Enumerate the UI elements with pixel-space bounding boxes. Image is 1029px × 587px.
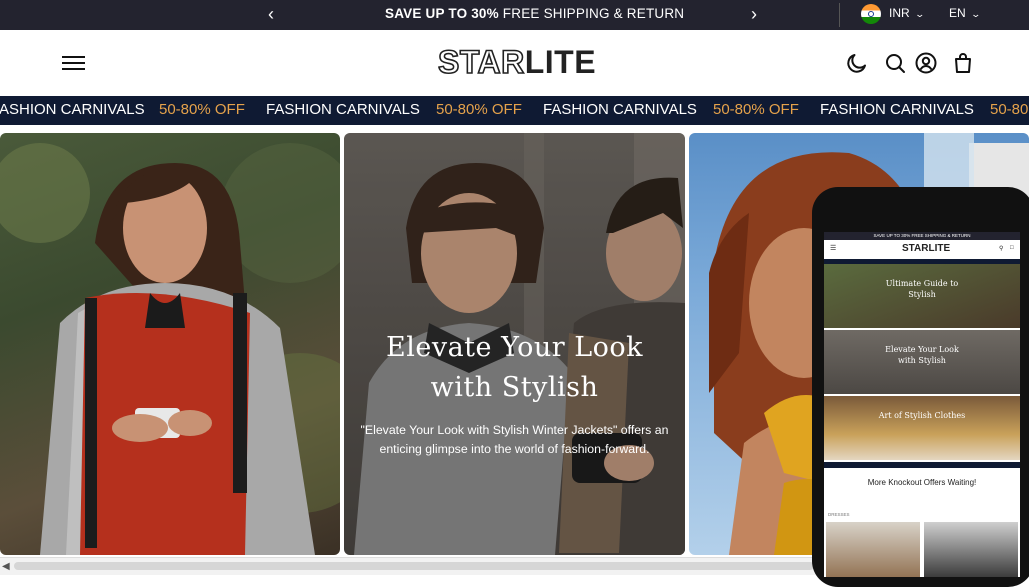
announcement-text: SAVE UP TO 30% FREE SHIPPING & RETURN bbox=[385, 6, 684, 21]
search-icon[interactable] bbox=[883, 51, 907, 75]
mobile-tab-label: DRESSES bbox=[828, 512, 850, 517]
mobile-preview: SAVE UP TO 30% FREE SHIPPING & RETURN ☰ … bbox=[812, 187, 1029, 587]
bag-icon[interactable] bbox=[951, 51, 975, 75]
product-thumbnail[interactable] bbox=[924, 522, 1018, 577]
chevron-right-icon[interactable]: › bbox=[751, 4, 757, 25]
mobile-card-title: Stylish bbox=[908, 290, 936, 299]
chevron-left-icon[interactable]: ‹ bbox=[268, 4, 274, 25]
mobile-card-title: with Stylish bbox=[898, 356, 946, 365]
hero-subtitle: "Elevate Your Look with Stylish Winter J… bbox=[356, 421, 673, 459]
mobile-offer-title: More Knockout Offers Waiting! bbox=[867, 478, 977, 487]
menu-icon[interactable]: ☰ bbox=[830, 244, 836, 252]
hero-title: Elevate Your Look with Stylish bbox=[344, 328, 685, 408]
mobile-card[interactable]: Art of Stylish Clothes bbox=[824, 396, 1020, 460]
logo[interactable]: STARLITE bbox=[437, 43, 597, 81]
mobile-screen: SAVE UP TO 30% FREE SHIPPING & RETURN ☰ … bbox=[824, 232, 1020, 577]
scrollbar-thumb[interactable] bbox=[14, 562, 814, 570]
logo-part-outline: STAR bbox=[437, 43, 525, 81]
mobile-marquee bbox=[824, 462, 1020, 468]
mobile-announcement: SAVE UP TO 30% FREE SHIPPING & RETURN bbox=[824, 232, 1020, 240]
site-header: STARLITE bbox=[0, 30, 1029, 96]
mobile-card[interactable]: Ultimate Guide to Stylish bbox=[824, 264, 1020, 328]
hero-slide-1[interactable] bbox=[0, 133, 340, 555]
mobile-header: ☰ STARLITE ⚲ □ bbox=[824, 240, 1020, 259]
mobile-card[interactable]: Elevate Your Look with Stylish bbox=[824, 330, 1020, 394]
mobile-logo: STARLITE bbox=[902, 243, 951, 254]
user-icon[interactable] bbox=[914, 51, 938, 75]
announcement-bold: SAVE UP TO 30% bbox=[385, 6, 499, 21]
marquee-item: 50-80% OFF bbox=[713, 101, 799, 118]
language-selector[interactable]: EN ⌄ bbox=[949, 6, 981, 20]
model-image bbox=[0, 143, 340, 555]
hero-subtitle-line: enticing glimpse into the world of fashi… bbox=[379, 442, 650, 456]
hero-title-line: with Stylish bbox=[430, 372, 599, 403]
search-icon[interactable]: ⚲ bbox=[999, 245, 1003, 252]
india-flag-icon bbox=[861, 4, 881, 24]
mobile-card-title: Art of Stylish Clothes bbox=[878, 411, 966, 420]
language-label: EN bbox=[949, 6, 966, 20]
bag-icon[interactable]: □ bbox=[1010, 245, 1014, 251]
mobile-tab-dresses[interactable]: DRESSES bbox=[828, 512, 850, 517]
announcement-rest: FREE SHIPPING & RETURN bbox=[498, 6, 685, 21]
product-thumbnail[interactable] bbox=[826, 522, 920, 577]
marquee-item: ASHION CARNIVALS bbox=[0, 101, 145, 118]
chevron-down-icon: ⌄ bbox=[914, 9, 925, 19]
hero-slide-2[interactable]: Elevate Your Look with Stylish "Elevate … bbox=[344, 133, 685, 555]
menu-icon[interactable] bbox=[62, 54, 86, 72]
marquee-item: FASHION CARNIVALS bbox=[820, 101, 974, 118]
marquee-item: 50-80% OFF bbox=[436, 101, 522, 118]
currency-selector[interactable]: INR ⌄ bbox=[889, 6, 925, 20]
moon-icon[interactable] bbox=[845, 51, 869, 75]
promo-marquee: ASHION CARNIVALS 50-80% OFF FASHION CARN… bbox=[0, 96, 1029, 125]
chevron-down-icon: ⌄ bbox=[970, 9, 981, 19]
marquee-item: 50-80 bbox=[990, 101, 1029, 118]
hero-subtitle-line: "Elevate Your Look with Stylish Winter J… bbox=[360, 423, 669, 437]
logo-part-solid: LITE bbox=[524, 44, 597, 80]
currency-label: INR bbox=[889, 6, 910, 20]
divider bbox=[839, 3, 840, 27]
marquee-item: 50-80% OFF bbox=[159, 101, 245, 118]
scroll-left-icon[interactable]: ◀ bbox=[2, 561, 10, 572]
mobile-card-title: Ultimate Guide to bbox=[885, 279, 959, 288]
mobile-card-title: Elevate Your Look bbox=[885, 345, 959, 354]
marquee-item: FASHION CARNIVALS bbox=[543, 101, 697, 118]
hero-title-line: Elevate Your Look bbox=[386, 332, 643, 363]
marquee-item: FASHION CARNIVALS bbox=[266, 101, 420, 118]
announcement-bar: ‹ SAVE UP TO 30% FREE SHIPPING & RETURN … bbox=[0, 0, 1029, 30]
